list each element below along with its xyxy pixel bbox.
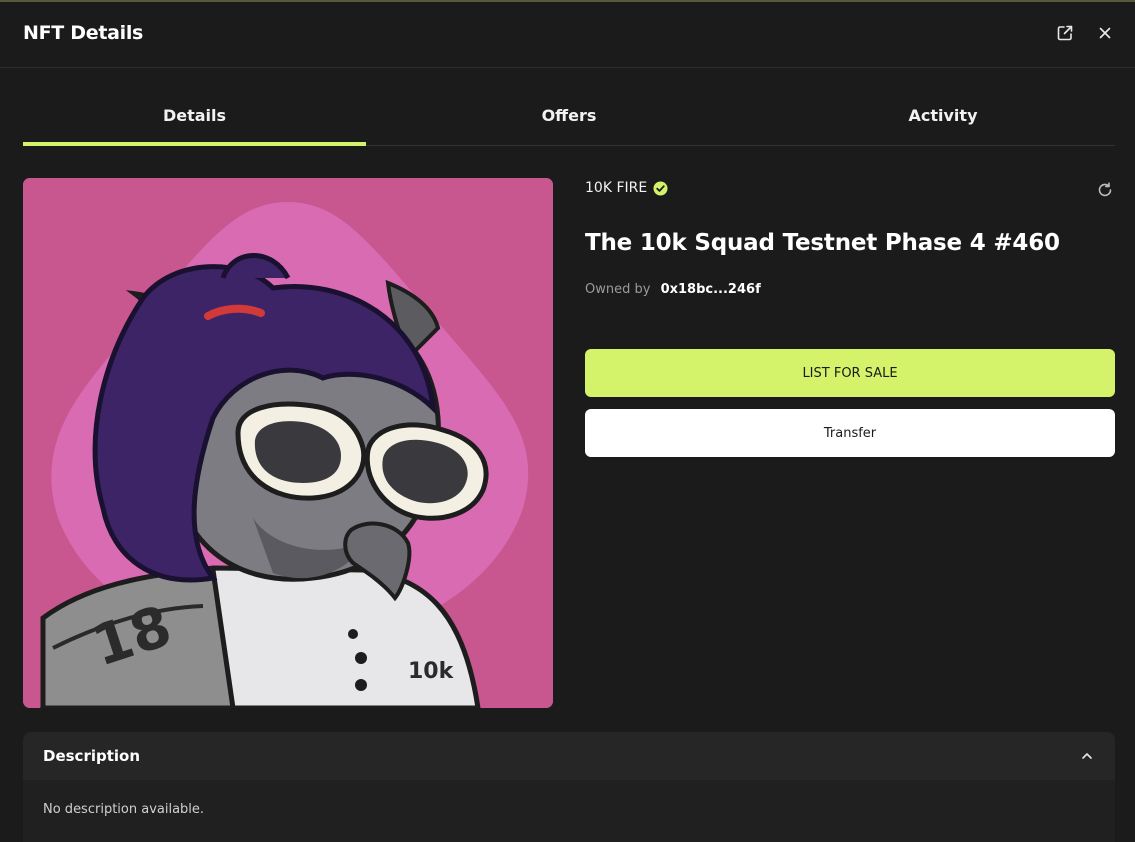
tab-bar: Details Offers Activity (23, 86, 1115, 146)
nft-image: 18 10k (23, 178, 553, 708)
verified-check-icon (653, 181, 668, 195)
collection-label: 10K FIRE (585, 180, 648, 196)
collection-name[interactable]: 10K FIRE (585, 180, 668, 196)
jersey-brand: 10k (408, 659, 455, 684)
owned-by-label: Owned by (585, 282, 651, 297)
tab-offers[interactable]: Offers (380, 86, 758, 145)
refresh-icon[interactable] (1096, 181, 1114, 199)
description-panel: Description No description available. (23, 732, 1115, 842)
description-body: No description available. (43, 802, 205, 817)
transfer-button[interactable]: Transfer (585, 409, 1115, 457)
owner-address[interactable]: 0x18bc...246f (661, 282, 761, 297)
tab-activity-label: Activity (908, 106, 978, 125)
description-title: Description (43, 747, 141, 765)
tab-activity[interactable]: Activity (758, 86, 1128, 145)
modal-header: NFT Details (0, 2, 1135, 68)
modal-title: NFT Details (23, 22, 144, 44)
external-link-icon[interactable] (1056, 24, 1074, 42)
list-for-sale-button[interactable]: LIST FOR SALE (585, 349, 1115, 397)
close-icon[interactable] (1096, 24, 1114, 42)
nft-details-modal: NFT Details Details Offers Activity 18 1… (0, 0, 1135, 842)
tab-details[interactable]: Details (23, 86, 366, 146)
nft-title: The 10k Squad Testnet Phase 4 #460 (585, 230, 1060, 256)
owner-line: Owned by 0x18bc...246f (585, 282, 761, 297)
tab-offers-label: Offers (541, 106, 597, 125)
nft-artwork: 18 10k (23, 178, 553, 708)
description-header[interactable]: Description (23, 732, 1115, 780)
tab-details-label: Details (162, 106, 227, 125)
chevron-up-icon[interactable] (1079, 748, 1095, 764)
